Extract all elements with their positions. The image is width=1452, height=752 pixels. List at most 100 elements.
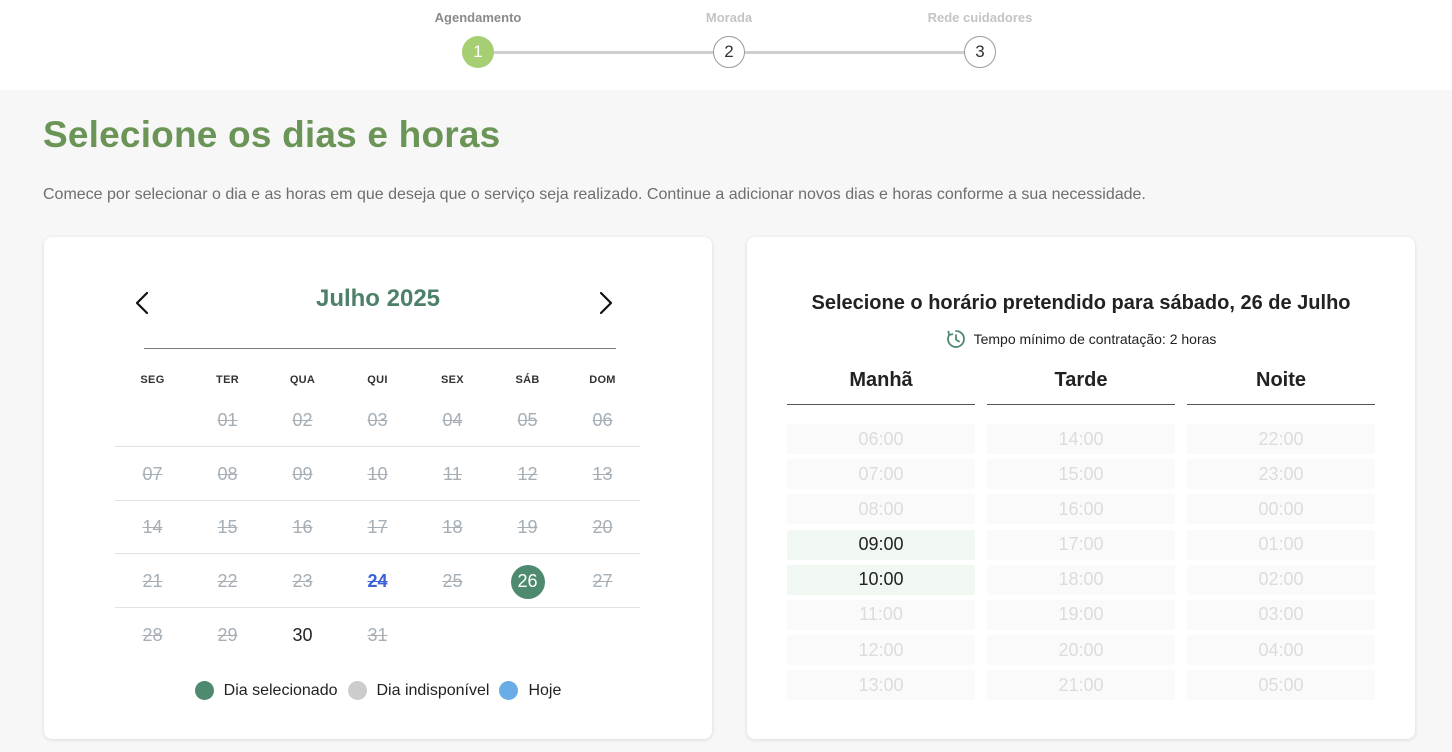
calendar-day-number: 29	[217, 624, 238, 645]
calendar-day: 09	[265, 448, 340, 501]
time-slot[interactable]: 06:00	[787, 424, 975, 454]
calendar-day-number: 05	[517, 410, 538, 430]
calendar-day: 04	[415, 394, 490, 447]
time-slot[interactable]: 21:00	[987, 670, 1175, 701]
weekday-header: SEG TER QUA QUI SEX SÁB DOM	[115, 374, 640, 386]
calendar-day-number: 14	[142, 517, 163, 538]
weekday-label: SEG	[140, 374, 165, 386]
legend-dot	[499, 681, 519, 700]
calendar-day-number: 30	[292, 624, 313, 645]
time-slot[interactable]: 23:00	[1187, 459, 1375, 490]
legend-label: Dia selecionado	[223, 681, 338, 699]
calendar-day: 25	[415, 555, 490, 608]
calendar-empty-cell	[565, 609, 640, 662]
time-slot[interactable]: 10:00	[787, 564, 975, 595]
calendar-day: 08	[190, 448, 265, 501]
column-tarde: Tarde 14:00 15:00 16:00 17:00 18:00 19:00 20:0…	[987, 365, 1175, 706]
step-label-agendamento: Agendamento	[434, 10, 522, 25]
time-slots: 14:00 15:00 16:00 17:00 18:00 19:00 20:00 21:00	[987, 424, 1175, 701]
time-slot[interactable]: 19:00	[987, 599, 1175, 630]
calendar-empty-cell	[490, 609, 565, 662]
calendar-day-number: 31	[367, 624, 388, 645]
calendar-day-number: 18	[442, 517, 463, 538]
calendar-divider	[144, 348, 616, 349]
legend-item-unavailable: Dia indisponível	[347, 681, 489, 700]
time-slot[interactable]: 00:00	[1187, 494, 1375, 525]
legend-item-selected: Dia selecionado	[194, 681, 338, 700]
minimum-time-text: Tempo mínimo de contratação: 2 horas	[973, 331, 1217, 347]
time-slot[interactable]: 13:00	[787, 670, 975, 701]
weekday-label: DOM	[589, 374, 616, 386]
step-1-circle[interactable]: 1	[462, 36, 494, 68]
time-slot[interactable]: 07:00	[787, 459, 975, 490]
calendar-day: 17	[340, 501, 415, 554]
time-slot[interactable]: 03:00	[1187, 599, 1375, 630]
calendar-day-number: 04	[442, 410, 463, 430]
calendar-day: 10	[340, 448, 415, 501]
time-slot[interactable]: 17:00	[987, 529, 1175, 560]
time-slot[interactable]: 08:00	[787, 494, 975, 525]
time-slot[interactable]: 05:00	[1187, 670, 1375, 701]
time-slot[interactable]: 01:00	[1187, 529, 1375, 560]
calendar-day-number: 07	[142, 463, 163, 484]
time-slot[interactable]: 20:00	[987, 635, 1175, 666]
calendar-week-row: 07 08 09 10 11 12 13	[115, 448, 640, 501]
time-slot[interactable]: 04:00	[1187, 635, 1375, 666]
calendar-day-number: 16	[292, 517, 313, 538]
calendar-day: 13	[565, 448, 640, 501]
calendar-day: 23	[265, 555, 340, 608]
calendar-day[interactable]: 30	[265, 609, 340, 662]
chevron-right-icon	[599, 291, 613, 315]
next-month-button[interactable]	[594, 289, 618, 317]
column-header: Manhã	[787, 365, 975, 405]
calendar-day-number: 08	[217, 463, 238, 484]
step-3-circle[interactable]: 3	[964, 36, 996, 68]
column-noite: Noite 22:00 23:00 00:00 01:00 02:00 03:00 04:0…	[1187, 365, 1375, 706]
time-slot[interactable]: 11:00	[787, 599, 975, 630]
time-slot[interactable]: 18:00	[987, 564, 1175, 595]
calendar-day: 12	[490, 448, 565, 501]
time-slot[interactable]: 12:00	[787, 635, 975, 666]
column-header: Tarde	[987, 365, 1175, 405]
page-description: Comece por selecionar o dia e as horas e…	[43, 186, 1146, 203]
calendar-day-number: 10	[367, 463, 388, 484]
calendar-day: 14	[115, 501, 190, 554]
calendar-day-number: 13	[592, 463, 613, 484]
calendar-week-row: 01 02 03 04 05 06	[115, 394, 640, 447]
calendar-week-row: 14 15 16 17 18 19 20	[115, 501, 640, 555]
time-slot[interactable]: 15:00	[987, 459, 1175, 490]
step-connector	[729, 51, 980, 54]
step-label-rede-cuidadores: Rede cuidadores	[927, 10, 1033, 25]
time-slot[interactable]: 14:00	[987, 424, 1175, 454]
calendar-card: Julho 2025 SEG TER QUA QUI SEX SÁB DOM 0…	[44, 237, 712, 739]
calendar-day: 05	[490, 394, 565, 447]
calendar-day: 21	[115, 555, 190, 608]
calendar-day-number: 24	[367, 571, 388, 592]
calendar-day: 22	[190, 555, 265, 608]
step-2-circle[interactable]: 2	[713, 36, 745, 68]
minimum-time-note: Tempo mínimo de contratação: 2 horas	[747, 329, 1415, 349]
calendar-day-number: 25	[442, 571, 463, 592]
time-slot[interactable]: 22:00	[1187, 424, 1375, 454]
legend-item-today: Hoje	[499, 681, 561, 700]
calendar-day: 28	[115, 609, 190, 662]
clock-icon	[946, 330, 965, 348]
time-slots: 22:00 23:00 00:00 01:00 02:00 03:00 04:00 05:00	[1187, 424, 1375, 701]
legend-dot	[194, 681, 214, 700]
calendar-day: 01	[190, 394, 265, 447]
calendar-day-number: 23	[292, 571, 313, 592]
calendar-day-number: 28	[142, 624, 163, 645]
calendar-day[interactable]: 26	[490, 555, 565, 608]
calendar-empty-cell	[115, 394, 190, 447]
calendar-day-number: 22	[217, 571, 238, 592]
legend-dot	[347, 681, 367, 700]
step-connector	[478, 51, 729, 54]
column-header: Noite	[1187, 365, 1375, 405]
calendar-day-number: 15	[217, 517, 238, 538]
stepper: Agendamento Morada Rede cuidadores 1 2 3	[0, 0, 1452, 90]
weekday-label: TER	[216, 374, 239, 386]
time-slot[interactable]: 16:00	[987, 494, 1175, 525]
time-slot[interactable]: 02:00	[1187, 564, 1375, 595]
time-slot[interactable]: 09:00	[787, 529, 975, 560]
time-selection-card: Selecione o horário pretendido para sába…	[747, 237, 1415, 739]
